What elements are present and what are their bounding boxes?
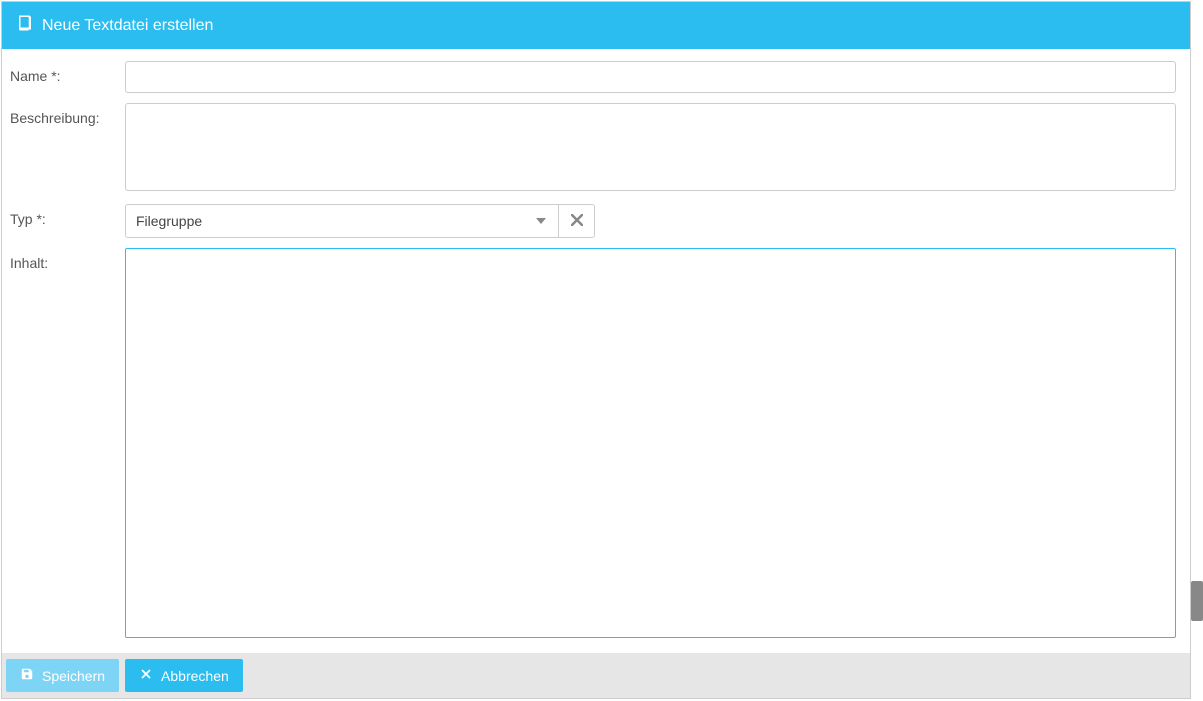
cancel-icon — [139, 667, 153, 684]
label-description: Beschreibung: — [10, 103, 125, 126]
type-select-clear[interactable] — [558, 205, 594, 237]
row-description: Beschreibung: — [10, 103, 1176, 194]
close-icon — [571, 213, 583, 229]
row-type: Typ *: Filegruppe — [10, 204, 1176, 238]
book-icon — [16, 14, 34, 37]
save-button-label: Speichern — [42, 668, 105, 684]
label-content: Inhalt: — [10, 248, 125, 271]
save-button[interactable]: Speichern — [6, 659, 119, 692]
content-input[interactable] — [125, 248, 1176, 638]
form-body: Name *: Beschreibung: Typ *: Filegruppe — [2, 49, 1190, 653]
label-type: Typ *: — [10, 204, 125, 227]
type-select-caret[interactable] — [522, 205, 558, 237]
row-content: Inhalt: — [10, 248, 1176, 641]
cancel-button[interactable]: Abbrechen — [125, 659, 243, 692]
description-input[interactable] — [125, 103, 1176, 191]
cancel-button-label: Abbrechen — [161, 668, 229, 684]
row-name: Name *: — [10, 61, 1176, 93]
name-input[interactable] — [125, 61, 1176, 93]
scrollbar-thumb[interactable] — [1191, 581, 1203, 621]
footer-toolbar: Speichern Abbrechen — [2, 653, 1190, 698]
type-select[interactable]: Filegruppe — [125, 204, 595, 238]
dialog-title: Neue Textdatei erstellen — [42, 17, 213, 35]
caret-down-icon — [536, 213, 546, 229]
type-select-value: Filegruppe — [126, 213, 522, 229]
label-name: Name *: — [10, 61, 125, 84]
save-icon — [20, 667, 34, 684]
dialog-header: Neue Textdatei erstellen — [2, 2, 1190, 49]
